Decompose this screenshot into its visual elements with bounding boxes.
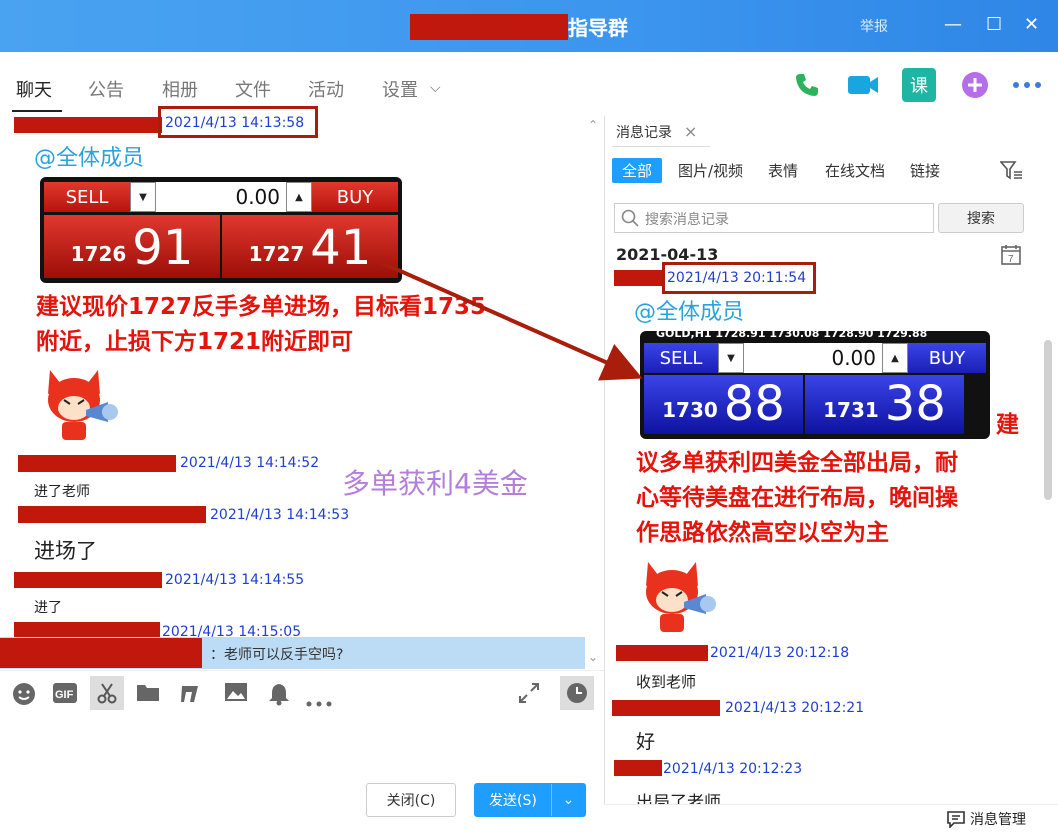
annotation-arrow	[379, 260, 643, 381]
